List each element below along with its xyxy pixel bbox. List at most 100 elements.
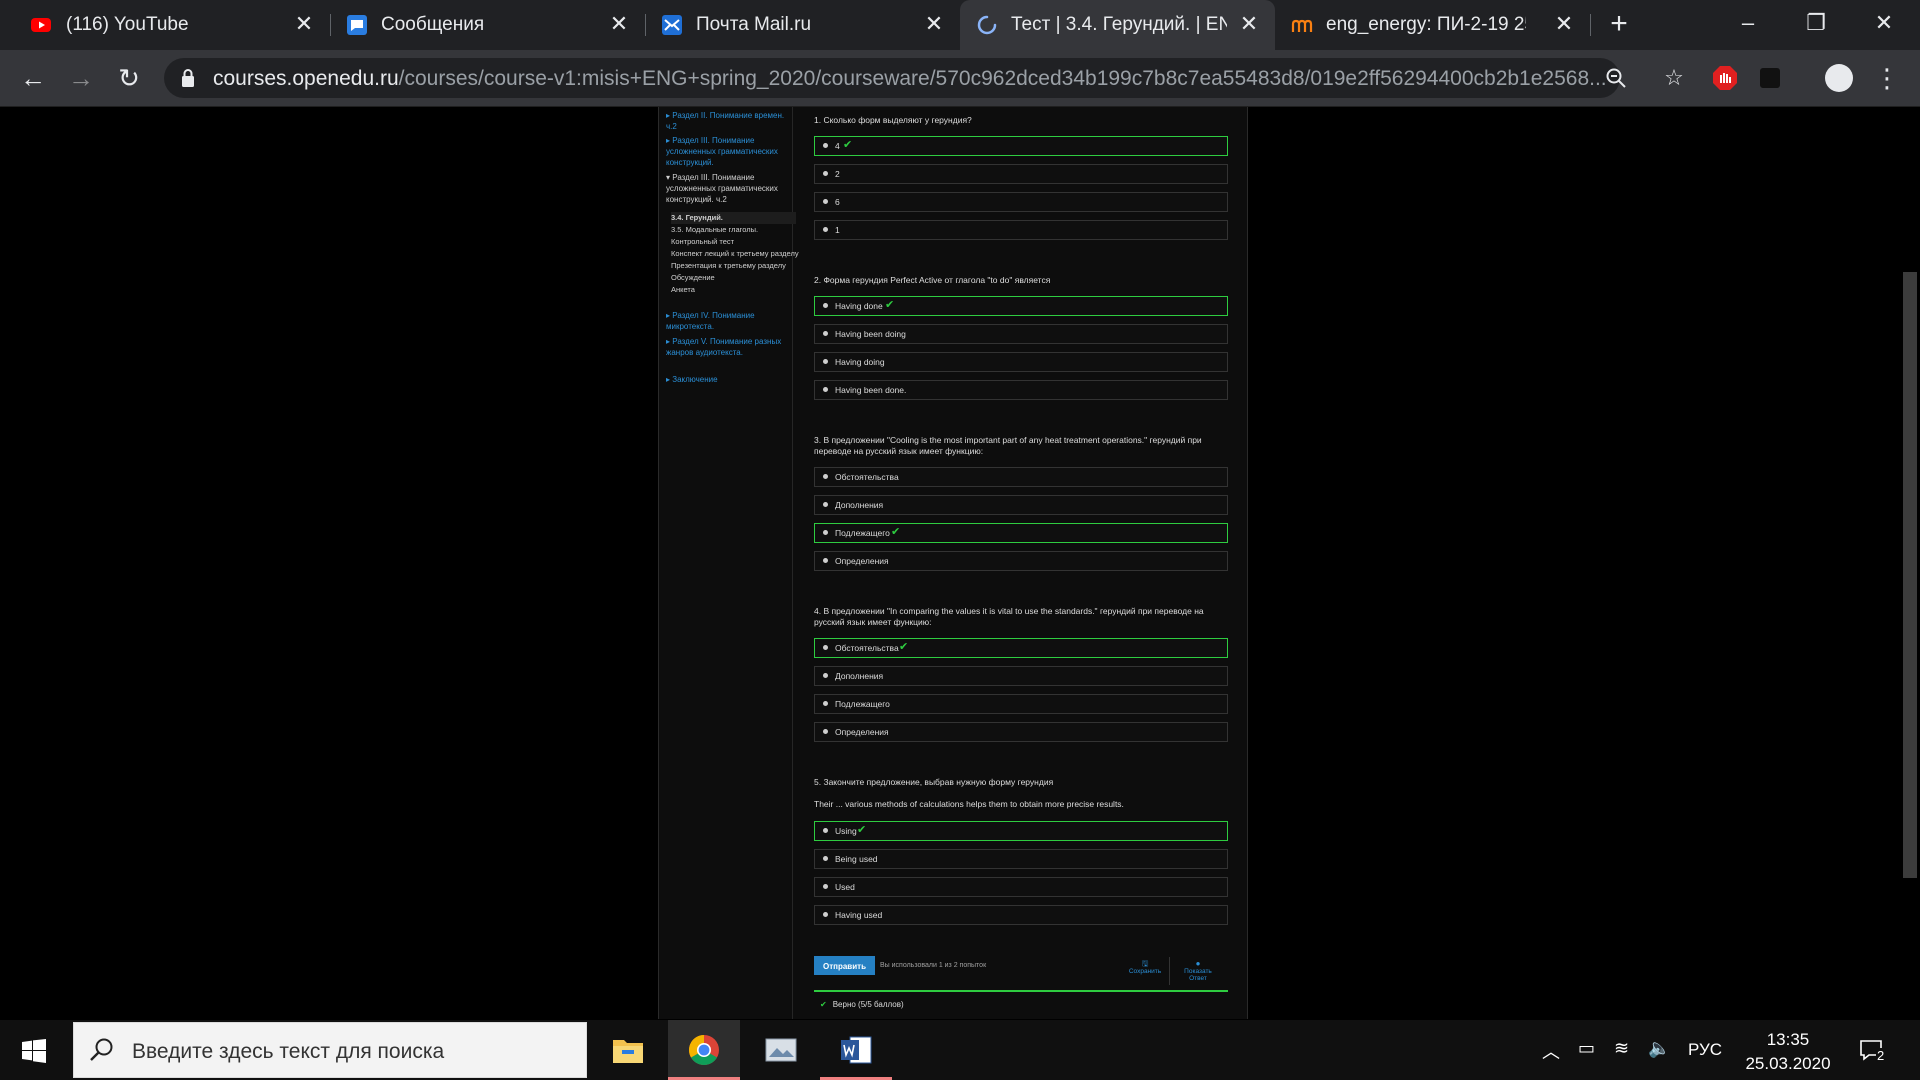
url-text: courses.openedu.ru/courses/course-v1:mis… [213,67,1607,91]
minimize-button[interactable]: – [1728,8,1768,38]
close-icon[interactable]: ✕ [922,12,946,36]
option-label: Определения [835,727,889,737]
notification-icon[interactable]: 2 [1858,1036,1888,1066]
forward-button[interactable]: → [66,64,96,94]
profile-avatar[interactable] [1825,64,1853,92]
radio-selected [823,828,828,833]
close-icon[interactable]: ✕ [607,12,631,36]
new-tab-button[interactable]: + [1604,9,1634,40]
sidebar-link-section-4[interactable]: Раздел IV. Понимание микротекста. [666,310,792,332]
save-button[interactable]: 🖫 Сохранить [1124,960,1166,976]
tab-mail[interactable]: Почта Mail.ru ✕ [645,0,960,50]
sidebar-item-presentation[interactable]: Презентация к третьему разделу [671,260,786,272]
q3-option-1[interactable]: Обстоятельства [814,467,1228,487]
close-icon[interactable]: ✕ [1237,12,1261,36]
windows-start-icon[interactable] [22,1039,46,1063]
bookmark-star-icon[interactable]: ☆ [1662,66,1686,90]
q1-option-2[interactable]: 2 [814,164,1228,184]
moodle-icon [1291,19,1313,32]
q3-option-4[interactable]: Определения [814,551,1228,571]
q4-option-3[interactable]: Подлежащего [814,694,1228,714]
radio [823,502,828,507]
sidebar-link-section-5[interactable]: Раздел V. Понимание разных жанров аудиот… [666,336,792,358]
q4-option-4[interactable]: Определения [814,722,1228,742]
sidebar-item-lecture-notes[interactable]: Конспект лекций к третьему разделу [671,248,799,260]
q5-option-1[interactable]: Using ✔ [814,821,1228,841]
wifi-icon[interactable]: ≋ [1614,1038,1629,1059]
sidebar-item-modal-verbs[interactable]: 3.5. Модальные глаголы. [671,224,758,236]
q5-option-4[interactable]: Having used [814,905,1228,925]
sidebar-item-survey[interactable]: Анкета [671,284,695,296]
question-1-text: 1. Сколько форм выделяют у герундия? [814,115,972,125]
clock-date: 25.03.2020 [1745,1054,1831,1073]
option-label: Дополнения [835,671,884,681]
taskbar-word[interactable] [820,1020,892,1080]
sidebar-link-section-2[interactable]: Раздел II. Понимание времен. ч.2 [666,110,792,132]
address-bar[interactable]: courses.openedu.ru/courses/course-v1:mis… [164,58,1684,98]
extension-icon[interactable] [1760,68,1780,88]
clock[interactable]: 13:35 25.03.2020 [1744,1028,1832,1076]
zoom-icon[interactable] [1604,66,1628,90]
q1-option-3[interactable]: 6 [814,192,1228,212]
sidebar-item-discussion[interactable]: Обсуждение [671,272,715,284]
taskbar-photos[interactable] [744,1020,816,1080]
sidebar-link-conclusion[interactable]: Заключение [666,374,792,385]
close-window-button[interactable]: ✕ [1864,8,1904,38]
sidebar-section-3-part-2[interactable]: Раздел III. Понимание усложненных грамма… [666,172,792,205]
radio [823,856,828,861]
sidebar-item-gerund[interactable]: 3.4. Герундий. [671,212,796,224]
radio [823,729,828,734]
tab-title: Почта Mail.ru [696,14,812,35]
radio [823,199,828,204]
reload-button[interactable]: ↻ [114,64,144,94]
option-label: Used [835,882,855,892]
taskbar-explorer[interactable] [592,1020,664,1080]
q2-option-1[interactable]: Having done ✔ [814,296,1228,316]
q4-option-1[interactable]: Обстоятельства ✔ [814,638,1228,658]
volume-icon[interactable]: 🔈 [1648,1038,1670,1059]
taskbar-chrome[interactable] [668,1020,740,1080]
action-separator [1169,957,1170,985]
sidebar-item-control-test[interactable]: Контрольный тест [671,236,734,248]
q1-option-1[interactable]: 4 ✔ [814,136,1228,156]
tab-eng-energy[interactable]: eng_energy: ПИ-2-19 25.03 ✕ [1275,0,1590,50]
tab-youtube[interactable]: (116) YouTube ✕ [0,0,325,50]
restore-button[interactable]: ❐ [1796,8,1836,38]
language-indicator[interactable]: РУС [1688,1040,1722,1060]
mail-icon [662,15,682,35]
q5-option-2[interactable]: Being used [814,849,1228,869]
scrollbar-thumb[interactable] [1903,272,1917,878]
radio [823,331,828,336]
adblock-icon[interactable] [1712,65,1738,91]
q5-option-3[interactable]: Used [814,877,1228,897]
sidebar-link-section-3[interactable]: Раздел III. Понимание усложненных грамма… [666,135,792,168]
course-sidebar: Раздел II. Понимание времен. ч.2 Раздел … [658,107,799,1019]
tab-messages[interactable]: Сообщения ✕ [330,0,645,50]
q2-option-3[interactable]: Having doing [814,352,1228,372]
submit-button[interactable]: Отправить [814,956,875,975]
q1-option-4[interactable]: 1 [814,220,1228,240]
close-icon[interactable]: ✕ [292,12,316,36]
tab-test-active[interactable]: Тест | 3.4. Герундий. | ENG ✕ [960,0,1275,50]
question-2-text: 2. Форма герундия Perfect Active от глаг… [814,275,1051,285]
check-icon: ✔ [899,641,909,653]
q4-option-2[interactable]: Дополнения [814,666,1228,686]
option-label: Подлежащего [835,699,890,709]
battery-icon[interactable]: ▭ [1578,1038,1595,1059]
close-icon[interactable]: ✕ [1552,12,1576,36]
q2-option-4[interactable]: Having been done. [814,380,1228,400]
q3-option-2[interactable]: Дополнения [814,495,1228,515]
browser-toolbar: ← → ↻ courses.openedu.ru/courses/course-… [0,50,1920,107]
taskbar-search[interactable]: Введите здесь текст для поиска [73,1022,587,1078]
result-status: ✔ Верно (5/5 баллов) [820,1000,904,1009]
back-button[interactable]: ← [18,64,48,94]
show-answer-button[interactable]: ● Показать Ответ [1176,960,1220,983]
q2-option-2[interactable]: Having been doing [814,324,1228,344]
chat-icon [347,15,367,35]
q3-option-3[interactable]: Подлежащего ✔ [814,523,1228,543]
show-answer-label-2: Ответ [1189,975,1207,982]
radio [823,171,828,176]
option-label: Having done [835,301,883,311]
menu-icon[interactable]: ⋮ [1872,64,1902,94]
chevron-up-icon[interactable]: ︿ [1542,1038,1560,1064]
